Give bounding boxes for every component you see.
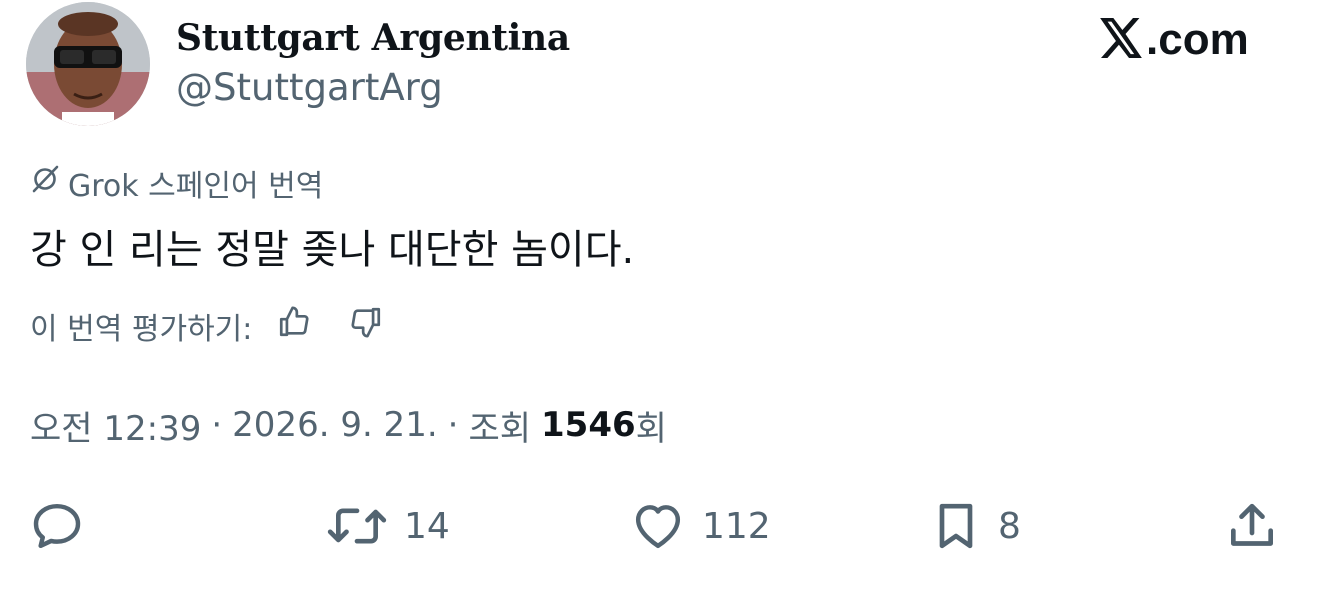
retweet-icon [324, 498, 390, 554]
retweet-button[interactable]: 14 [324, 498, 450, 554]
share-button[interactable] [1224, 498, 1280, 554]
thumbs-down-icon [349, 305, 383, 347]
reply-button[interactable] [28, 498, 86, 554]
thumbs-up-button[interactable] [274, 306, 314, 346]
heart-icon [628, 498, 688, 554]
views-prefix: 조회 [468, 408, 532, 449]
like-button[interactable]: 112 [628, 498, 771, 554]
user-handle[interactable]: @StuttgartArg [176, 64, 443, 112]
translation-label-text: Grok 스페인어 번역 [68, 169, 324, 204]
tweet-date[interactable]: 2026. 9. 21. [232, 405, 437, 445]
bookmark-count: 8 [998, 505, 1021, 547]
tweet-meta: 오전 12:39 · 2026. 9. 21. · 조회 1546 회 [30, 400, 667, 450]
avatar[interactable] [26, 2, 150, 126]
grok-icon [30, 164, 60, 202]
x-logo-icon [1100, 18, 1142, 62]
thumbs-down-button[interactable] [346, 306, 386, 346]
views-suffix: 회 [635, 408, 667, 449]
share-icon [1224, 498, 1280, 554]
like-count: 112 [702, 505, 771, 547]
reply-icon [28, 498, 86, 554]
retweet-count: 14 [404, 505, 450, 547]
translation-label: Grok 스페인어 번역 [30, 162, 323, 204]
bookmark-icon [928, 498, 984, 554]
brand-logo: .com [1100, 14, 1249, 66]
meta-separator: · [447, 405, 459, 445]
rate-translation-label: 이 번역 평가하기: [30, 312, 253, 347]
views-count[interactable]: 1546 [541, 405, 636, 445]
brand-domain: .com [1146, 15, 1249, 64]
meta-separator: · [211, 405, 223, 445]
thumbs-up-icon [277, 305, 311, 347]
tweet-time[interactable]: 오전 12:39 [30, 401, 201, 450]
rate-translation: 이 번역 평가하기: [30, 304, 418, 348]
tweet-text: 강 인 리는 정말 좆나 대단한 놈이다. [30, 227, 635, 273]
display-name[interactable]: Stuttgart Argentina [176, 16, 570, 60]
avatar-image [26, 2, 150, 126]
bookmark-button[interactable]: 8 [928, 498, 1021, 554]
